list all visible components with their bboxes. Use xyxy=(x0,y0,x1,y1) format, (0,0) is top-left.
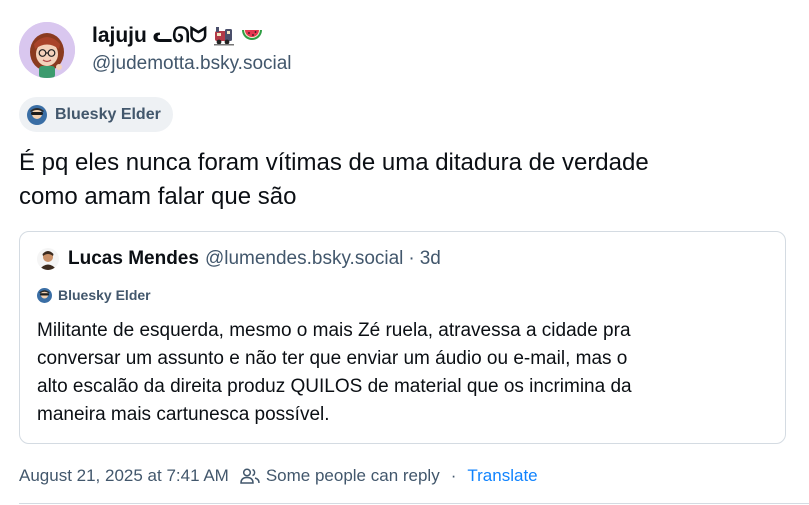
quote-author-name[interactable]: Lucas Mendes xyxy=(68,248,199,270)
elder-avatar-icon xyxy=(27,104,47,125)
quote-separator: · xyxy=(408,248,415,269)
post-body: É pq eles nunca foram vítimas de uma dit… xyxy=(19,146,789,214)
author-display-name[interactable]: lajuju ᓚᘏᗢ xyxy=(92,23,207,49)
translate-link[interactable]: Translate xyxy=(467,466,537,486)
quoted-post[interactable]: Lucas Mendes @lumendes.bsky.social · 3d … xyxy=(19,231,786,444)
post-timestamp[interactable]: August 21, 2025 at 7:41 AM xyxy=(19,466,229,486)
quote-text-line: conversar um assunto e não ter que envia… xyxy=(37,348,628,369)
watermelon-emoji-icon xyxy=(241,27,263,45)
meta-separator: · xyxy=(450,466,457,485)
author-avatar[interactable] xyxy=(19,22,75,78)
quote-bluesky-elder-badge[interactable]: Bluesky Elder xyxy=(37,287,151,303)
people-icon xyxy=(240,468,260,484)
reply-setting[interactable]: Some people can reply xyxy=(240,466,440,486)
quote-body: Militante de esquerda, mesmo o mais Zé r… xyxy=(37,317,777,429)
bluesky-elder-badge[interactable]: Bluesky Elder xyxy=(19,97,173,132)
train-emoji-icon xyxy=(213,26,235,46)
badge-label: Bluesky Elder xyxy=(55,105,161,123)
quote-text-line: maneira mais cartunesca possível. xyxy=(37,404,330,425)
elder-avatar-icon xyxy=(37,287,52,303)
quote-header: Lucas Mendes @lumendes.bsky.social · 3d xyxy=(37,248,441,270)
author-handle[interactable]: @judemotta.bsky.social xyxy=(92,51,292,77)
post-meta: August 21, 2025 at 7:41 AM Some people c… xyxy=(19,466,538,486)
quote-text-line: Militante de esquerda, mesmo o mais Zé r… xyxy=(37,320,631,341)
post-author: lajuju ᓚᘏᗢ @judemotta.bsky.social xyxy=(19,22,292,78)
quote-text-line: alto escalão da direita produz QUILOS de… xyxy=(37,376,632,397)
reply-setting-label: Some people can reply xyxy=(265,466,440,485)
post-text-line: como amam falar que são xyxy=(19,183,297,210)
quote-badge-label: Bluesky Elder xyxy=(58,287,151,303)
quote-author-handle[interactable]: @lumendes.bsky.social xyxy=(205,248,403,270)
post-text-line: É pq eles nunca foram vítimas de uma dit… xyxy=(19,149,649,176)
divider xyxy=(19,503,809,504)
cartoon-avatar-icon xyxy=(19,22,75,78)
quote-author-avatar[interactable] xyxy=(37,248,59,270)
quote-avatar-icon xyxy=(37,248,59,270)
quote-timestamp[interactable]: 3d xyxy=(420,248,441,270)
